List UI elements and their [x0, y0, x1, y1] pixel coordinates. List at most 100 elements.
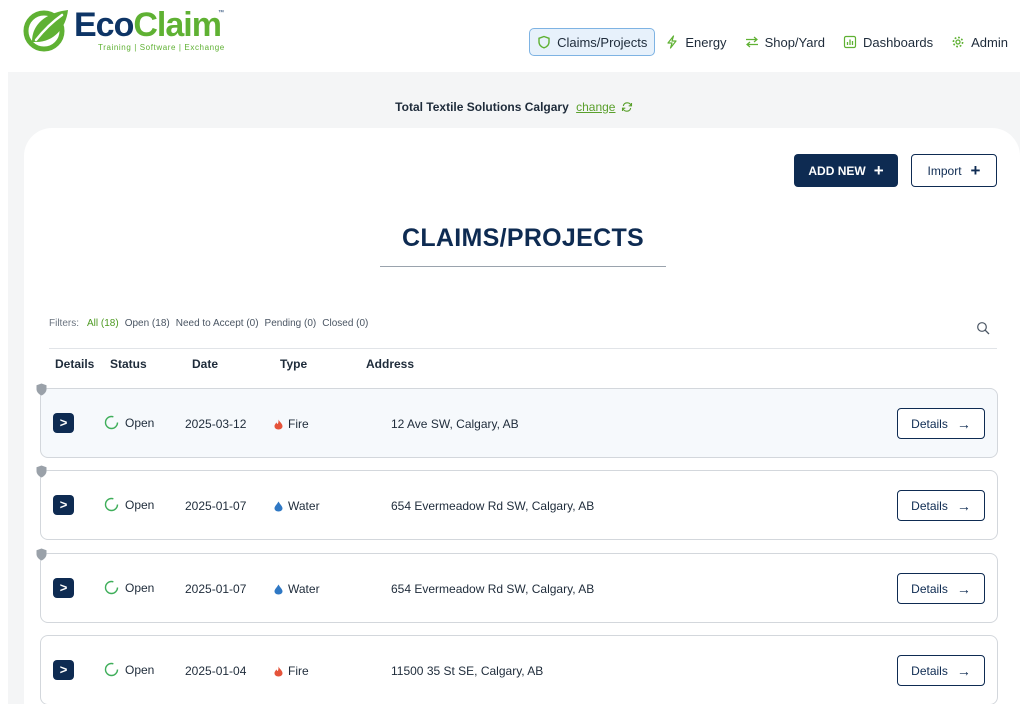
expand-row-button[interactable]: > — [53, 495, 74, 515]
page-title: CLAIMS/PROJECTS — [401, 224, 645, 252]
nav-label: Admin — [971, 34, 1008, 50]
add-new-button[interactable]: ADD NEW + — [794, 154, 898, 187]
type-cell: Water — [274, 499, 320, 513]
dashboard-icon — [843, 35, 857, 49]
nav-admin[interactable]: Admin — [943, 28, 1016, 56]
nav-label: Shop/Yard — [764, 34, 826, 50]
flame-icon — [274, 419, 283, 429]
open-status-icon — [104, 580, 119, 595]
bolt-icon — [667, 35, 677, 49]
search-icon[interactable] — [976, 321, 990, 335]
table-header: Details Status Date Type Address — [55, 357, 555, 373]
change-company-link[interactable]: change — [576, 100, 615, 114]
filter-all[interactable]: All (18) — [87, 318, 119, 329]
arrow-right-icon: → — [956, 415, 971, 432]
details-button[interactable]: Details → — [897, 490, 985, 521]
details-label: Details — [911, 663, 948, 678]
import-label: Import — [927, 163, 962, 178]
arrow-right-icon: → — [956, 497, 971, 514]
page-background: Total Textile Solutions Calgary change A… — [8, 72, 1020, 704]
status-cell: Open — [104, 580, 154, 595]
filters-label: Filters: — [49, 318, 79, 329]
status-cell: Open — [104, 415, 154, 430]
nav-label: Dashboards — [863, 34, 934, 50]
expand-row-button[interactable]: > — [53, 578, 74, 598]
shield-badge-icon — [36, 465, 47, 478]
swap-arrows-icon — [745, 36, 758, 48]
nav-label: Claims/Projects — [557, 34, 648, 50]
company-name: Total Textile Solutions Calgary — [395, 100, 569, 114]
column-header-details: Details — [55, 357, 95, 371]
arrow-right-icon: → — [956, 580, 971, 597]
title-underline — [380, 266, 666, 267]
filter-open[interactable]: Open (18) — [125, 318, 170, 329]
filter-pending[interactable]: Pending (0) — [265, 318, 317, 329]
column-header-type: Type — [280, 357, 308, 371]
filter-bar: Filters: All (18) Open (18) Need to Acce… — [49, 318, 368, 329]
plus-icon: + — [873, 161, 884, 180]
company-selector: Total Textile Solutions Calgary change — [8, 100, 1020, 114]
water-drop-icon — [274, 501, 283, 511]
date-cell: 2025-03-12 — [185, 417, 247, 431]
status-text: Open — [125, 497, 155, 512]
nav-label: Energy — [685, 34, 727, 50]
date-cell: 2025-01-04 — [185, 664, 247, 678]
plus-icon: + — [970, 161, 981, 180]
date-cell: 2025-01-07 — [185, 499, 247, 513]
nav-shop-yard[interactable]: Shop/Yard — [737, 28, 833, 56]
type-cell: Water — [274, 582, 320, 596]
shield-badge-icon — [36, 548, 47, 561]
status-text: Open — [125, 580, 155, 595]
table-row[interactable]: > Open 2025-03-12 Fire 12 Ave SW, Calgar… — [36, 383, 998, 458]
type-cell: Fire — [274, 664, 309, 678]
details-button[interactable]: Details → — [897, 573, 985, 604]
main-nav: Claims/Projects Energy Shop/Yard Dashboa… — [527, 28, 1016, 56]
import-button[interactable]: Import + — [911, 154, 997, 187]
address-cell: 12 Ave SW, Calgary, AB — [391, 417, 519, 431]
ecoclaim-logo[interactable]: EcoClaim ™ Training | Software | Exchang… — [22, 6, 232, 52]
filter-need-to-accept[interactable]: Need to Accept (0) — [176, 318, 259, 329]
details-button[interactable]: Details → — [897, 655, 985, 686]
open-status-icon — [104, 497, 119, 512]
address-cell: 654 Evermeadow Rd SW, Calgary, AB — [391, 582, 595, 596]
status-text: Open — [125, 662, 155, 677]
refresh-icon[interactable] — [621, 101, 633, 113]
table-row[interactable]: > Open 2025-01-04 Fire 11500 35 St SE, C… — [40, 635, 998, 704]
water-drop-icon — [274, 584, 283, 594]
nav-dashboards[interactable]: Dashboards — [835, 28, 941, 56]
table-row[interactable]: > Open 2025-01-07 Water 654 Evermeadow R… — [36, 465, 998, 540]
expand-row-button[interactable]: > — [53, 660, 74, 680]
address-cell: 11500 35 St SE, Calgary, AB — [391, 664, 544, 678]
status-text: Open — [125, 415, 155, 430]
column-header-address: Address — [366, 357, 415, 371]
top-header: EcoClaim ™ Training | Software | Exchang… — [0, 0, 1020, 72]
open-status-icon — [104, 415, 119, 430]
nav-claims-projects[interactable]: Claims/Projects — [529, 28, 656, 56]
column-header-status: Status — [110, 357, 147, 371]
nav-energy[interactable]: Energy — [657, 28, 734, 56]
type-cell: Fire — [274, 417, 309, 431]
address-cell: 654 Evermeadow Rd SW, Calgary, AB — [391, 499, 595, 513]
claims-card: ADD NEW + Import + CLAIMS/PROJECTS Filte… — [24, 128, 1020, 704]
table-row[interactable]: > Open 2025-01-07 Water 654 Evermeadow R… — [36, 548, 998, 623]
brand-tagline: Training | Software | Exchange — [98, 43, 225, 52]
brand-name: EcoClaim — [74, 6, 222, 44]
details-label: Details — [911, 581, 948, 596]
leaf-logo-icon — [23, 10, 68, 52]
details-button[interactable]: Details → — [897, 408, 985, 439]
type-text: Fire — [288, 417, 309, 431]
type-text: Water — [288, 582, 320, 596]
details-label: Details — [911, 498, 948, 513]
status-cell: Open — [104, 662, 154, 677]
shield-icon — [538, 35, 550, 49]
expand-row-button[interactable]: > — [53, 413, 74, 433]
details-label: Details — [911, 416, 948, 431]
filter-divider — [49, 348, 997, 349]
status-cell: Open — [104, 497, 154, 512]
date-cell: 2025-01-07 — [185, 582, 247, 596]
add-new-label: ADD NEW — [808, 163, 866, 178]
trademark-mark: ™ — [218, 10, 224, 16]
type-text: Water — [288, 499, 320, 513]
arrow-right-icon: → — [956, 662, 971, 679]
filter-closed[interactable]: Closed (0) — [322, 318, 368, 329]
